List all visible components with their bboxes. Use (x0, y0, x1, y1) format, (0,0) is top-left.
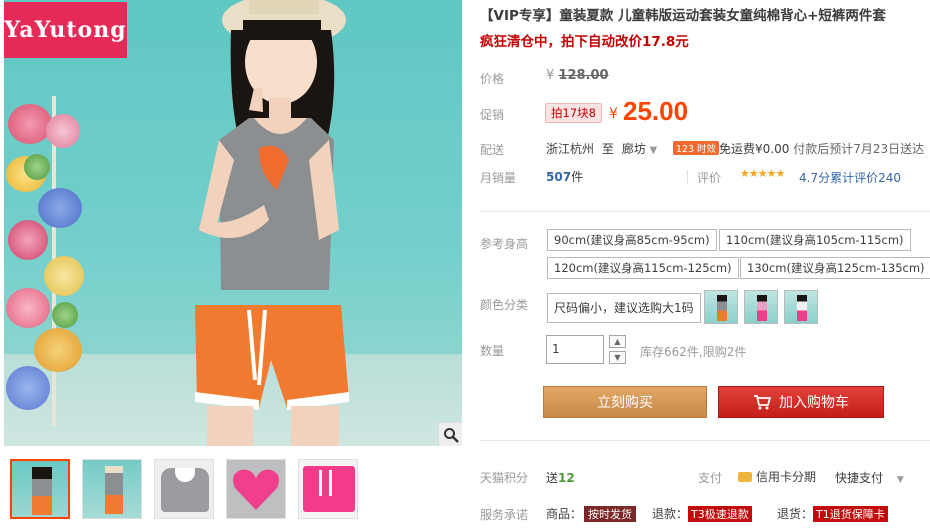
flower-shelf (4, 96, 100, 426)
zoom-icon[interactable] (438, 422, 462, 446)
credit-installment[interactable]: 信用卡分期 (738, 468, 816, 485)
points-value: 送12 (546, 471, 575, 485)
service-label: 服务承诺 (480, 508, 529, 522)
color-swatch-2[interactable] (744, 290, 778, 324)
buy-now-button[interactable]: 立刻购买 (543, 386, 707, 418)
color-label: 颜色分类 (480, 298, 529, 312)
thumbnail-3[interactable] (154, 459, 214, 519)
product-page: YaYutong 【VIP专享】童装夏款 儿童韩版运动套装女童纯棉背心+短裤两件… (0, 0, 930, 529)
chevron-down-icon: ▼ (896, 475, 904, 485)
product-title: 【VIP专享】童装夏款 儿童韩版运动套装女童纯棉背心+短裤两件套 (480, 8, 886, 24)
size-label: 参考身高 (480, 237, 529, 251)
thumbnail-1[interactable] (10, 459, 70, 519)
quantity-input[interactable]: 1 (546, 335, 604, 364)
chevron-down-icon: ▼ (649, 145, 658, 156)
promo-price: 25.00 (623, 96, 689, 126)
product-subtitle: 疯狂清仓中，拍下自动改价17.8元 (480, 34, 689, 50)
delivery-speed-badge: 123 时效 (672, 141, 720, 155)
service-goods: 商品： 按时发货 (546, 505, 637, 522)
promo-currency: ¥ (609, 106, 618, 122)
main-product-image[interactable] (4, 0, 462, 446)
divider (687, 170, 688, 184)
promo-badge: 拍17块8 (545, 103, 602, 123)
thumbnail-2[interactable] (82, 459, 142, 519)
points-label: 天猫积分 (480, 471, 529, 485)
quantity-increase-button[interactable]: ▲ (609, 335, 626, 348)
color-swatch-3[interactable] (784, 290, 818, 324)
express-pay[interactable]: 快捷支付 ▼ (835, 469, 904, 486)
size-option-90[interactable]: 90cm(建议身高85cm-95cm) (547, 229, 717, 251)
section-divider (480, 211, 930, 212)
rating-stars-icon: ★★★★★ (740, 167, 785, 180)
size-option-110[interactable]: 110cm(建议身高105cm-115cm) (719, 229, 911, 251)
model-figure (195, 0, 349, 446)
original-price: ¥ 128.00 (546, 68, 609, 83)
size-option-120[interactable]: 120cm(建议身高115cm-125cm) (547, 257, 739, 279)
cart-icon (754, 395, 771, 410)
service-return: 退货： T1退货保障卡 (777, 505, 888, 522)
destination-select[interactable]: 廊坊 ▼ (622, 142, 658, 156)
shipping-label: 配送 (480, 143, 505, 157)
color-option-text[interactable]: 尺码偏小，建议选购大1码 (547, 293, 701, 323)
quantity-label: 数量 (480, 344, 505, 358)
add-to-cart-button[interactable]: 加入购物车 (718, 386, 884, 418)
brand-logo: YaYutong (4, 2, 127, 58)
shipping-info: 浙江杭州 至 廊坊 ▼ 123 时效 免运费¥0.00 付款后预计7月23日送达 (546, 141, 925, 156)
rating-summary[interactable]: 4.7分累计评价240 (799, 169, 901, 186)
pay-label: 支付 (698, 471, 723, 485)
thumbnail-5[interactable] (298, 459, 358, 519)
sales-label: 月销量 (480, 171, 517, 185)
credit-card-icon (738, 472, 752, 482)
section-divider (480, 440, 930, 441)
promo-label: 促销 (480, 108, 505, 122)
monthly-sales: 507件 (546, 170, 584, 184)
rating-label: 评价 (697, 171, 722, 185)
color-swatch-1[interactable] (704, 290, 738, 324)
service-refund: 退款： T3极速退款 (652, 505, 752, 522)
thumbnail-4[interactable] (226, 459, 286, 519)
stock-info: 库存662件,限购2件 (640, 345, 747, 359)
size-option-130[interactable]: 130cm(建议身高125cm-135cm) (740, 257, 930, 279)
quantity-decrease-button[interactable]: ▼ (609, 351, 626, 364)
price-label: 价格 (480, 72, 505, 86)
thumbnail-strip (10, 459, 460, 521)
